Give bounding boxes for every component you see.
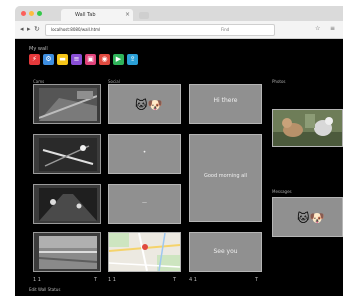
app-title: My wall xyxy=(29,46,48,52)
column-footer-count: 1 1 xyxy=(33,277,41,283)
camera-tile[interactable] xyxy=(33,232,101,272)
social-tile[interactable]: 🐱🐶 xyxy=(108,84,181,124)
camera-feed-image xyxy=(39,188,97,221)
share-icon[interactable]: ⇪ xyxy=(127,54,138,65)
close-window-dot[interactable] xyxy=(21,11,26,16)
camera-feed-image xyxy=(39,138,97,171)
column-footer-tool[interactable]: T xyxy=(173,277,176,283)
photo-tile[interactable] xyxy=(272,109,343,147)
social-tile[interactable]: • xyxy=(108,134,181,174)
star-icon[interactable]: ☆ xyxy=(315,24,320,34)
map-image xyxy=(109,233,180,271)
minimize-window-dot[interactable] xyxy=(29,11,34,16)
camera-tile[interactable] xyxy=(33,134,101,174)
gear-icon[interactable]: ⚙ xyxy=(43,54,54,65)
camera-feed-image xyxy=(39,236,97,269)
tab-title: Wall Tab xyxy=(75,12,96,18)
tile-dot: • xyxy=(142,149,147,156)
back-icon[interactable]: ◂ xyxy=(20,24,24,34)
bolt-icon[interactable]: ⚡ xyxy=(29,54,40,65)
url-text: localhost:8080/wall.html xyxy=(51,27,101,32)
column-subtitle-messages: Messages xyxy=(272,189,292,194)
column-title-photos: Photos xyxy=(272,79,286,84)
pet-emoji: 🐱🐶 xyxy=(135,98,163,112)
list-icon[interactable]: ≡ xyxy=(71,54,82,65)
tab-close-icon[interactable]: × xyxy=(125,9,130,21)
find-text: Find xyxy=(221,27,230,32)
column-footer-tool[interactable]: T xyxy=(255,277,258,283)
url-input[interactable]: localhost:8080/wall.html Find xyxy=(45,24,275,36)
zoom-window-dot[interactable] xyxy=(37,11,42,16)
camera-tile[interactable] xyxy=(33,84,101,124)
text-tile[interactable]: Hi there xyxy=(189,84,262,124)
page-viewport: My wall ⚡ ⚙ ▬ ≡ ▣ ◉ ▶ ⇪ Cams Social Phot… xyxy=(15,39,343,296)
video-icon[interactable]: ▶ xyxy=(113,54,124,65)
address-bar: ◂ ▸ ↻ localhost:8080/wall.html Find ☆ ≡ xyxy=(15,21,343,39)
folder-icon[interactable]: ▬ xyxy=(57,54,68,65)
social-tile[interactable]: — xyxy=(108,184,181,224)
map-tile[interactable] xyxy=(108,232,181,272)
new-tab-button[interactable] xyxy=(139,12,149,19)
menu-icon[interactable]: ≡ xyxy=(330,24,335,34)
text-tile[interactable]: See you xyxy=(189,232,262,272)
reload-icon[interactable]: ↻ xyxy=(34,24,40,34)
browser-tab[interactable]: Wall Tab xyxy=(61,9,133,21)
column-footer-count: 1 1 xyxy=(108,277,116,283)
column-footer-tool[interactable]: T xyxy=(94,277,97,283)
tile-text: Good morning all xyxy=(204,173,247,179)
tile-dash: — xyxy=(142,200,147,206)
forward-icon[interactable]: ▸ xyxy=(27,24,31,34)
tile-text: Hi there xyxy=(213,97,238,104)
browser-window: Wall Tab × ◂ ▸ ↻ localhost:8080/wall.htm… xyxy=(15,6,343,296)
pet-emoji: 🐱🐶 xyxy=(297,211,325,225)
camera-feed-image xyxy=(39,88,97,121)
globe-icon[interactable]: ◉ xyxy=(99,54,110,65)
column-footer-count: 4 1 xyxy=(189,277,197,283)
photo-tile[interactable]: 🐱🐶 xyxy=(272,197,343,237)
tile-text: See you xyxy=(213,248,238,255)
camera-tile[interactable] xyxy=(33,184,101,224)
pet-photo-image xyxy=(273,110,342,146)
wall-status-text[interactable]: Edit Wall Status xyxy=(29,287,60,292)
text-tile[interactable]: Good morning all xyxy=(189,134,262,222)
slides-icon[interactable]: ▣ xyxy=(85,54,96,65)
title-bar: Wall Tab × xyxy=(15,6,343,21)
